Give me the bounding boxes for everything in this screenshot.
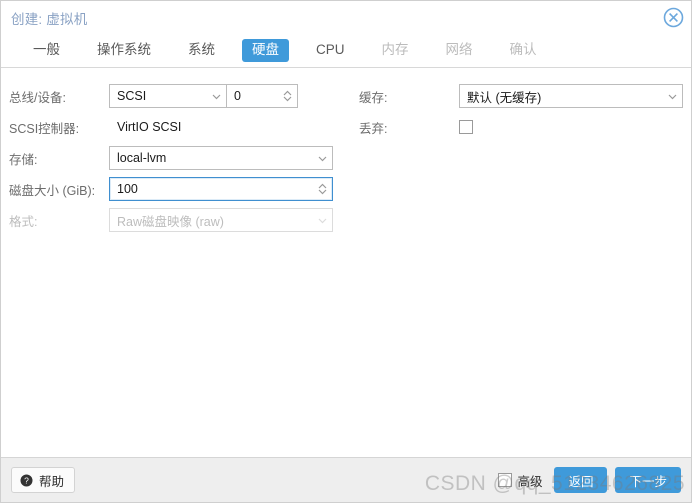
field-row-discard: 丢弃:: [351, 113, 691, 141]
scsi-controller-value: VirtIO SCSI: [117, 120, 182, 134]
bus-device-value: SCSI: [117, 89, 147, 103]
discard-checkbox[interactable]: [459, 120, 473, 134]
bus-index-value: 0: [234, 89, 241, 103]
next-button[interactable]: 下一步: [615, 467, 681, 493]
tab-harddisk[interactable]: 硬盘: [242, 39, 289, 62]
field-row-disk-size: 磁盘大小 (GiB): 100: [1, 175, 341, 203]
disk-size-label: 磁盘大小 (GiB):: [9, 183, 96, 198]
chevron-down-icon: [667, 91, 678, 102]
bus-device-label: 总线/设备:: [9, 90, 66, 105]
field-row-storage: 存储: local-lvm: [1, 144, 341, 172]
dialog-footer: ? 帮助 高级 返回 下一步 CSDN @qq_51234626825: [1, 457, 691, 502]
tab-network: 网络: [445, 42, 473, 57]
dialog-title: 创建: 虚拟机: [11, 11, 88, 27]
stepper-arrows-icon[interactable]: [317, 182, 328, 196]
form-column-right: 缓存: 默认 (无缓存) 丢弃:: [341, 82, 691, 237]
back-button-label: 返回: [568, 474, 594, 489]
format-select: Raw磁盘映像 (raw): [109, 208, 333, 232]
create-vm-dialog: 创建: 虚拟机 一般 操作系统 系统 硬盘 CPU 内存 网络 确认 总线/设备…: [0, 0, 692, 503]
wizard-tabbar: 一般 操作系统 系统 硬盘 CPU 内存 网络 确认: [1, 34, 691, 68]
advanced-label: 高级: [517, 474, 543, 489]
discard-label: 丢弃:: [359, 121, 388, 136]
advanced-checkbox[interactable]: [498, 473, 513, 487]
field-row-scsi-controller: SCSI控制器: VirtIO SCSI: [1, 113, 341, 141]
bus-device-select[interactable]: SCSI: [109, 84, 226, 108]
storage-select[interactable]: local-lvm: [109, 146, 333, 170]
storage-value: local-lvm: [117, 151, 167, 165]
footer-actions: 高级 返回 下一步: [498, 467, 681, 493]
format-value: Raw磁盘映像 (raw): [117, 214, 224, 229]
tab-general[interactable]: 一般: [23, 39, 70, 62]
close-icon[interactable]: [663, 7, 684, 28]
harddisk-panel: 总线/设备: SCSI 0 SCSI控制器: VirtIO SCSI 存储: l…: [1, 68, 691, 457]
cache-label: 缓存:: [359, 90, 388, 105]
question-circle-icon: ?: [20, 474, 33, 487]
storage-label: 存储:: [9, 152, 38, 167]
scsi-controller-label: SCSI控制器:: [9, 121, 80, 136]
tab-memory: 内存: [381, 42, 409, 57]
svg-text:?: ?: [24, 475, 29, 485]
tab-system[interactable]: 系统: [178, 39, 225, 62]
tab-os[interactable]: 操作系统: [87, 39, 161, 62]
disk-size-input[interactable]: 100: [109, 177, 333, 201]
cache-value: 默认 (无缓存): [467, 90, 542, 105]
help-button[interactable]: ? 帮助: [11, 467, 76, 493]
field-row-bus-device: 总线/设备: SCSI 0: [1, 82, 341, 110]
field-row-format: 格式: Raw磁盘映像 (raw): [1, 206, 341, 234]
format-label: 格式:: [9, 214, 38, 229]
chevron-down-icon: [317, 215, 328, 226]
chevron-down-icon: [317, 153, 328, 164]
cache-select[interactable]: 默认 (无缓存): [459, 84, 683, 108]
dialog-titlebar: 创建: 虚拟机: [1, 1, 691, 34]
disk-size-value: 100: [117, 182, 138, 196]
field-row-cache: 缓存: 默认 (无缓存): [351, 82, 691, 110]
next-button-label: 下一步: [629, 474, 667, 489]
advanced-toggle[interactable]: 高级: [498, 471, 542, 490]
tab-cpu[interactable]: CPU: [306, 39, 355, 62]
stepper-arrows-icon[interactable]: [282, 89, 293, 103]
chevron-down-icon: [211, 91, 222, 102]
tab-confirm: 确认: [509, 42, 537, 57]
back-button[interactable]: 返回: [554, 467, 608, 493]
form-column-left: 总线/设备: SCSI 0 SCSI控制器: VirtIO SCSI 存储: l…: [1, 82, 341, 237]
help-button-label: 帮助: [39, 474, 65, 489]
bus-index-stepper[interactable]: 0: [226, 84, 298, 108]
